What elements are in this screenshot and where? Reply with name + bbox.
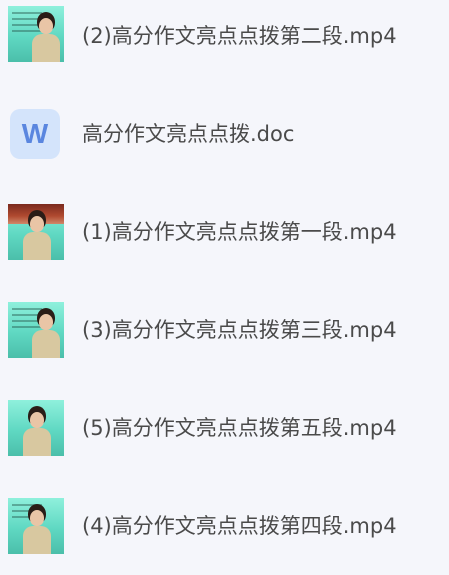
file-name: (1)高分作文亮点点拨第一段.mp4 xyxy=(82,220,397,244)
file-row-video-3[interactable]: (3)高分作文亮点点拨第三段.mp4 xyxy=(0,281,449,379)
file-list: (2)高分作文亮点点拨第二段.mp4 W 高分作文亮点点拨.doc (1)高分作… xyxy=(0,0,449,557)
word-doc-letter: W xyxy=(21,118,49,149)
file-name: 高分作文亮点点拨.doc xyxy=(82,122,295,146)
word-doc-icon: W xyxy=(10,109,60,159)
file-name: (2)高分作文亮点点拨第二段.mp4 xyxy=(82,24,397,48)
file-row-doc[interactable]: W 高分作文亮点点拨.doc xyxy=(0,85,449,183)
video-thumbnail-icon xyxy=(8,302,64,358)
file-name: (3)高分作文亮点点拨第三段.mp4 xyxy=(82,318,397,342)
file-row-video-1[interactable]: (1)高分作文亮点点拨第一段.mp4 xyxy=(0,183,449,281)
file-name: (4)高分作文亮点点拨第四段.mp4 xyxy=(82,514,397,538)
file-row-video-4[interactable]: (4)高分作文亮点点拨第四段.mp4 xyxy=(0,477,449,575)
video-thumbnail-icon xyxy=(8,6,64,62)
video-thumbnail-icon xyxy=(8,400,64,456)
file-row-video-2[interactable]: (2)高分作文亮点点拨第二段.mp4 xyxy=(0,0,449,85)
file-name: (5)高分作文亮点点拨第五段.mp4 xyxy=(82,416,397,440)
video-thumbnail-icon xyxy=(8,498,64,554)
file-row-video-5[interactable]: (5)高分作文亮点点拨第五段.mp4 xyxy=(0,379,449,477)
video-thumbnail-icon xyxy=(8,204,64,260)
